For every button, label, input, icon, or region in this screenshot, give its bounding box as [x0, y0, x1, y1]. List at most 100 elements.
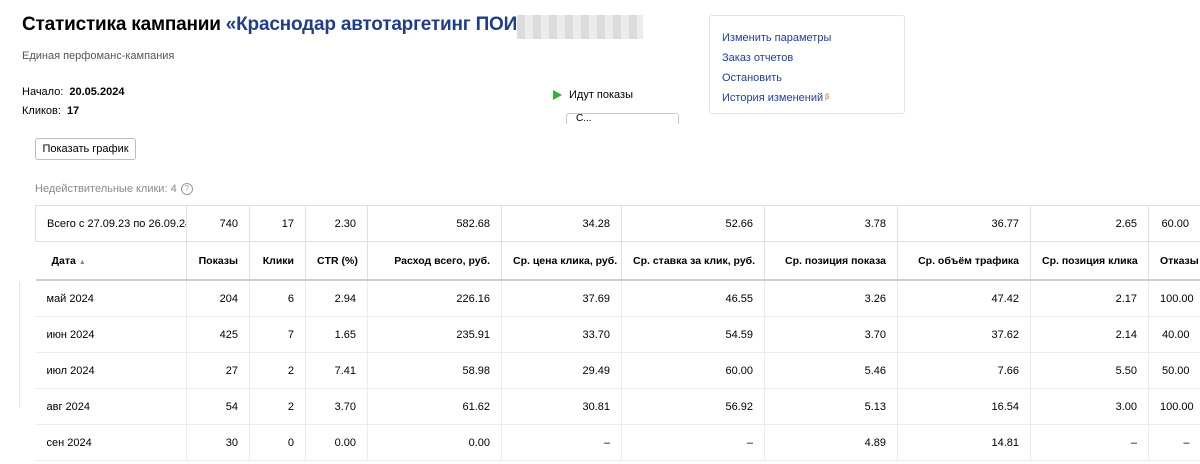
actions-panel: Изменить параметры Заказ отчетов Останов… [709, 15, 905, 114]
table-cell: 2.17 [1030, 280, 1149, 317]
table-cell: 3.26 [764, 280, 898, 317]
campaign-name: «Краснодар автотаргетинг ПОИСК» [225, 14, 553, 35]
show-chart-button[interactable]: Показать график [35, 138, 136, 160]
clicks-label: Кликов: [22, 105, 61, 117]
totals-cell: 3.78 [764, 205, 898, 242]
table-cell: 3.70 [305, 388, 368, 425]
invalid-clicks-text: Недействительные клики: 4 [35, 183, 177, 195]
totals-row: Всего с 27.09.23 по 26.09.24 740 17 2.30… [35, 205, 1200, 242]
table-cell: 54.59 [621, 316, 765, 353]
campaign-type: Единая перфоманс-кампания [22, 50, 175, 62]
col-header-avg-cpc[interactable]: Ср. цена клика, руб. [501, 241, 622, 281]
col-header-spend[interactable]: Расход всего, руб. [367, 241, 502, 281]
order-reports-link[interactable]: Заказ отчетов [722, 48, 904, 68]
table-cell: 2 [249, 388, 306, 425]
date-cell: май 2024 [35, 280, 187, 317]
table-cell: 7.66 [897, 352, 1031, 389]
header-row: Дата ▲ Показы Клики CTR (%) Расход всего,… [35, 241, 1200, 281]
col-header-ctr[interactable]: CTR (%) [305, 241, 368, 281]
col-header-avg-bid[interactable]: Ср. ставка за клик, руб. [621, 241, 765, 281]
table-cell: 2.14 [1030, 316, 1149, 353]
totals-label: Всего с 27.09.23 по 26.09.24 [35, 205, 187, 242]
start-date: Начало: 20.05.2024 [22, 86, 124, 98]
play-icon [553, 90, 562, 100]
sort-asc-icon: ▲ [78, 258, 86, 266]
redacted-blur [517, 15, 643, 39]
table-cell: 16.54 [897, 388, 1031, 425]
totals-cell: 52.66 [621, 205, 765, 242]
start-value: 20.05.2024 [69, 86, 125, 98]
campaign-status: Идут показы [553, 89, 633, 101]
col-header-avg-impression-position[interactable]: Ср. позиция показа [764, 241, 898, 281]
table-cell: 204 [186, 280, 250, 317]
history-link-label: История изменений [722, 92, 824, 104]
table-cell: 100.00 [1148, 280, 1200, 317]
table-cell: 40.00 [1148, 316, 1200, 353]
totals-cell: 2.30 [305, 205, 368, 242]
table-cell: 235.91 [367, 316, 502, 353]
status-dropdown[interactable]: С... [566, 113, 679, 124]
help-icon[interactable]: ? [180, 183, 193, 195]
table-row: май 2024 204 6 2.94 226.16 37.69 46.55 3… [35, 280, 1200, 317]
stop-link[interactable]: Остановить [722, 68, 904, 88]
table-cell: 47.42 [897, 280, 1031, 317]
table-cell: 60.00 [621, 352, 765, 389]
col-header-bounce-rate[interactable]: Отказы (%) [1148, 241, 1200, 281]
status-text: Идут показы [569, 89, 633, 101]
table-cell: 54 [186, 388, 250, 425]
table-cell: 46.55 [621, 280, 765, 317]
col-header-date-label: Дата [51, 254, 76, 267]
table-cell: 30 [186, 424, 250, 461]
table-cell: 27 [186, 352, 250, 389]
table-cell: 5.46 [764, 352, 898, 389]
table-cell: 5.13 [764, 388, 898, 425]
clicks-value: 17 [66, 105, 80, 117]
table-cell: – [621, 424, 765, 461]
invalid-clicks: Недействительные клики: 4? [35, 183, 193, 195]
table-cell: 2 [249, 352, 306, 389]
date-cell: июн 2024 [35, 316, 187, 353]
table-cell: – [501, 424, 622, 461]
date-cell: июл 2024 [35, 352, 187, 389]
clicks-count: Кликов: 17 [22, 105, 79, 117]
table-cell: 226.16 [367, 280, 502, 317]
table-cell: 3.70 [764, 316, 898, 353]
totals-cell: 34.28 [501, 205, 622, 242]
table-cell: 33.70 [501, 316, 622, 353]
table-cell: 3.00 [1030, 388, 1149, 425]
table-cell: 7 [249, 316, 306, 353]
stats-table-container[interactable]: Всего с 27.09.23 по 26.09.24 740 17 2.30… [35, 205, 1200, 464]
page-title: Статистика кампании «Краснодар автотарге… [22, 14, 553, 36]
table-cell: 56.92 [621, 388, 765, 425]
history-link[interactable]: История изменений β [722, 88, 904, 108]
table-cell: 30.81 [501, 388, 622, 425]
change-params-link[interactable]: Изменить параметры [722, 28, 904, 48]
table-cell: 7.41 [305, 352, 368, 389]
table-cell: 1.65 [305, 316, 368, 353]
table-row: июл 2024 27 2 7.41 58.98 29.49 60.00 5.4… [35, 352, 1200, 389]
col-header-date[interactable]: Дата ▲ [35, 241, 187, 281]
date-cell: сен 2024 [35, 424, 187, 461]
start-label: Начало: [22, 86, 64, 98]
totals-cell: 582.68 [367, 205, 502, 242]
table-cell: 0 [249, 424, 306, 461]
table-cell: 37.62 [897, 316, 1031, 353]
table-cell: 4.89 [764, 424, 898, 461]
table-cell: – [1030, 424, 1149, 461]
table-cell: 29.49 [501, 352, 622, 389]
col-header-avg-traffic-volume[interactable]: Ср. объём трафика [897, 241, 1031, 281]
table-row: авг 2024 54 2 3.70 61.62 30.81 56.92 5.1… [35, 388, 1200, 425]
title-prefix: Статистика кампании [22, 14, 226, 35]
col-header-clicks[interactable]: Клики [249, 241, 306, 281]
table-row: июн 2024 425 7 1.65 235.91 33.70 54.59 3… [35, 316, 1200, 353]
table-cell: 61.62 [367, 388, 502, 425]
totals-cell: 2.65 [1030, 205, 1149, 242]
totals-cell: 17 [249, 205, 306, 242]
table-cell: 37.69 [501, 280, 622, 317]
beta-badge: β [825, 94, 830, 101]
col-header-avg-click-position[interactable]: Ср. позиция клика [1030, 241, 1149, 281]
table-cell: 6 [249, 280, 306, 317]
col-header-impressions[interactable]: Показы [186, 241, 250, 281]
table-cell: 14.81 [897, 424, 1031, 461]
table-cell: 425 [186, 316, 250, 353]
